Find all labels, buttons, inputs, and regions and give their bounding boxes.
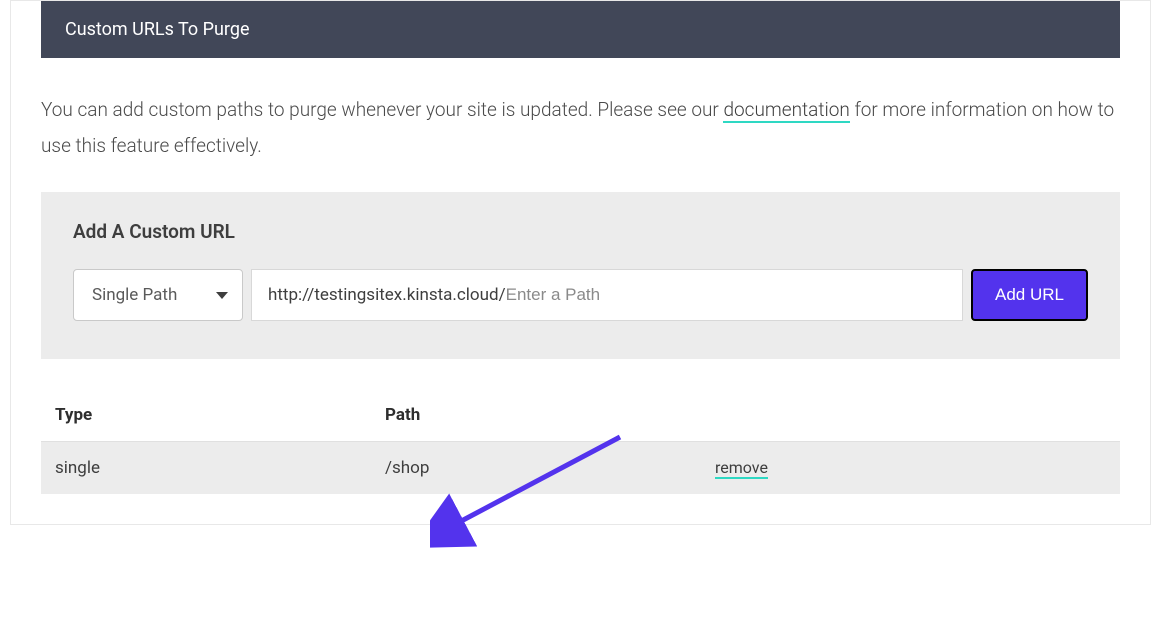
- description-text-prefix: You can add custom paths to purge whenev…: [41, 98, 723, 121]
- table-header-row: Type Path: [41, 389, 1120, 442]
- cell-type: single: [55, 458, 385, 478]
- path-type-select[interactable]: Single Path: [73, 269, 243, 321]
- add-url-button[interactable]: Add URL: [971, 269, 1088, 321]
- documentation-link[interactable]: documentation: [723, 98, 849, 123]
- section-description: You can add custom paths to purge whenev…: [11, 58, 1150, 164]
- path-type-selected-label: Single Path: [92, 285, 177, 305]
- add-url-panel: Add A Custom URL Single Path http://test…: [41, 192, 1120, 359]
- url-input-wrap[interactable]: http://testingsitex.kinsta.cloud/: [251, 269, 963, 321]
- table-header-path: Path: [385, 405, 715, 425]
- url-table: Type Path single /shop remove: [41, 389, 1120, 494]
- section-header: Custom URLs To Purge: [41, 1, 1120, 58]
- add-url-title: Add A Custom URL: [73, 220, 1088, 243]
- cell-path: /shop: [385, 458, 715, 478]
- table-row: single /shop remove: [41, 442, 1120, 494]
- chevron-down-icon: [216, 292, 228, 299]
- url-prefix-label: http://testingsitex.kinsta.cloud/: [268, 285, 506, 305]
- table-header-type: Type: [55, 405, 385, 425]
- url-path-input[interactable]: [506, 285, 946, 305]
- remove-link[interactable]: remove: [715, 458, 768, 479]
